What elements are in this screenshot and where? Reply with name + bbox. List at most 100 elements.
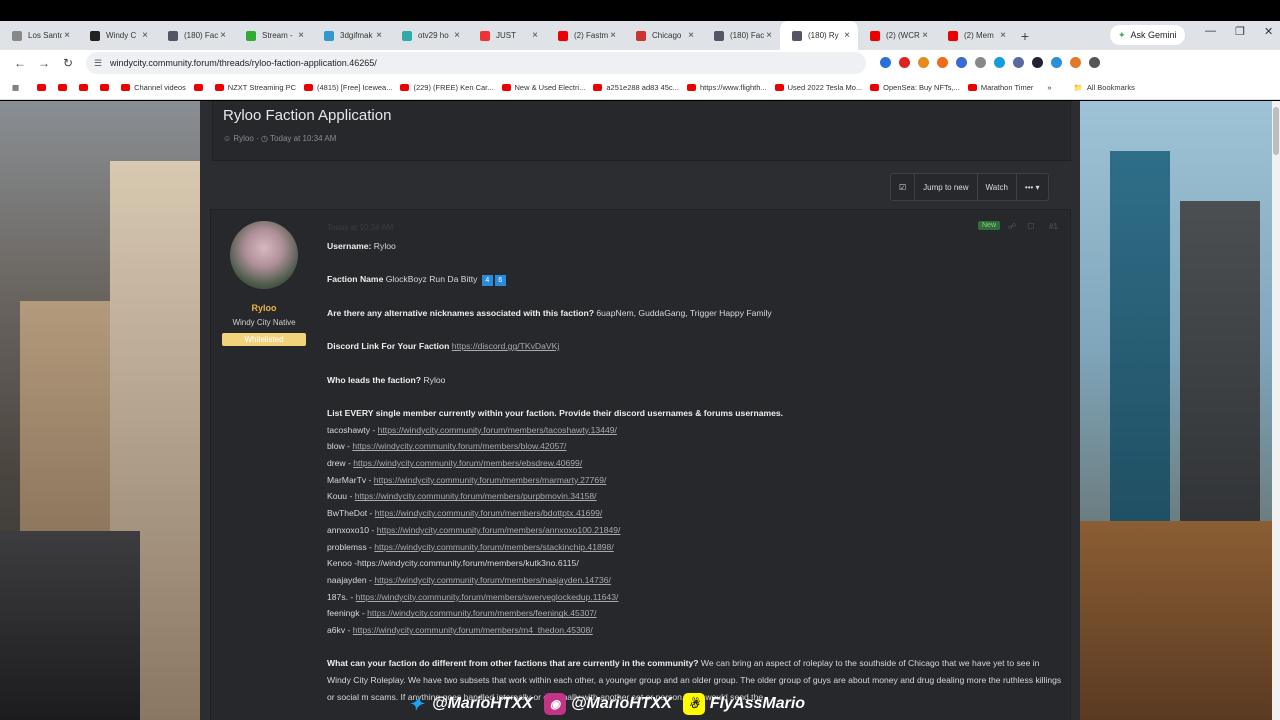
tab-close-icon[interactable]: × — [62, 30, 72, 41]
close-window-icon[interactable]: ✕ — [1264, 25, 1273, 38]
extension-icon[interactable] — [956, 57, 967, 68]
tab-close-icon[interactable]: × — [218, 30, 228, 41]
browser-tab[interactable]: (180) Fac × — [702, 21, 780, 50]
browser-tab[interactable]: otv29 ho × — [390, 21, 468, 50]
member-link[interactable]: https://windycity.community.forum/member… — [377, 525, 621, 535]
browser-tab[interactable]: Windy C × — [78, 21, 156, 50]
watch-button[interactable]: Watch — [978, 174, 1017, 200]
select-checkbox[interactable]: ☑ — [891, 174, 916, 200]
bookmark-item[interactable]: https://www.flighth... — [686, 83, 767, 92]
member-link[interactable]: https://windycity.community.forum/member… — [374, 475, 607, 485]
member-link[interactable]: https://windycity.community.forum/member… — [375, 508, 603, 518]
extension-icon[interactable] — [1070, 57, 1081, 68]
more-options-button[interactable]: ••• ▾ — [1017, 174, 1048, 200]
member-link[interactable]: https://windycity.community.forum/member… — [353, 625, 593, 635]
member-link[interactable]: https://windycity.community.forum/member… — [378, 425, 617, 435]
bookmark-icon[interactable]: ☐ — [1027, 222, 1034, 231]
back-icon[interactable]: ← — [8, 56, 32, 70]
field-nicknames: Are there any alternative nicknames asso… — [327, 305, 1062, 322]
scrollbar[interactable] — [1272, 101, 1280, 720]
jump-to-new-button[interactable]: Jump to new — [915, 174, 978, 200]
bookmark-item[interactable]: Marathon Timer — [967, 83, 1033, 92]
bookmark-item[interactable]: Channel videos — [121, 83, 186, 92]
bookmark-item[interactable] — [100, 84, 113, 91]
extensions-puzzle-icon[interactable] — [1089, 57, 1100, 68]
tab-close-icon[interactable]: × — [920, 30, 930, 41]
bookmark-favicon-icon — [121, 84, 131, 91]
url-bar[interactable]: ☰ windycity.community.forum/threads/rylo… — [86, 52, 866, 74]
restore-icon[interactable]: ❐ — [1235, 25, 1245, 38]
bookmark-item[interactable] — [79, 84, 92, 91]
bookmark-item[interactable] — [37, 84, 50, 91]
thread-date[interactable]: Today at 10:34 AM — [270, 134, 336, 143]
tab-close-icon[interactable]: × — [374, 30, 384, 41]
discord-link[interactable]: https://discord.gg/TKvDaVKj — [452, 341, 559, 351]
extension-icon[interactable] — [975, 57, 986, 68]
browser-tab[interactable]: (180) Fac × — [156, 21, 234, 50]
browser-tab[interactable]: (180) Ry × — [780, 21, 858, 50]
bookmark-item[interactable]: New & Used Electri... — [501, 83, 585, 92]
post-username[interactable]: Ryloo — [211, 303, 317, 313]
extension-icon[interactable] — [880, 57, 891, 68]
browser-tab[interactable]: JUST × — [468, 21, 546, 50]
extension-icon[interactable] — [1032, 57, 1043, 68]
tab-close-icon[interactable]: × — [686, 30, 696, 41]
browser-tab[interactable]: Stream - × — [234, 21, 312, 50]
tab-close-icon[interactable]: × — [296, 30, 306, 41]
bookmark-item[interactable]: NZXT Streaming PC — [214, 83, 296, 92]
post-number[interactable]: #1 — [1049, 222, 1058, 231]
scrollbar-thumb[interactable] — [1273, 107, 1279, 155]
extension-icon[interactable] — [918, 57, 929, 68]
ask-gemini-button[interactable]: ✦ Ask Gemini — [1110, 25, 1185, 45]
all-bookmarks-button[interactable]: 📁 All Bookmarks — [1074, 83, 1135, 92]
reload-icon[interactable]: ↻ — [56, 56, 80, 70]
extension-icon[interactable] — [899, 57, 910, 68]
extension-icon[interactable] — [994, 57, 1005, 68]
tab-favicon-icon — [636, 30, 646, 41]
more-bookmarks-icon[interactable]: » — [1047, 83, 1051, 92]
post-date[interactable]: Today at 10:34 AM — [327, 223, 393, 232]
member-link[interactable]: https://windycity.community.forum/member… — [352, 441, 566, 451]
browser-tab[interactable]: (2) Fastm × — [546, 21, 624, 50]
member-link[interactable]: https://windycity.community.forum/member… — [374, 575, 611, 585]
tab-close-icon[interactable]: × — [842, 30, 852, 41]
tab-close-icon[interactable]: × — [530, 30, 540, 41]
member-link[interactable]: https://windycity.community.forum/member… — [355, 491, 597, 501]
bookmark-favicon-icon — [214, 84, 224, 91]
bookmark-item[interactable]: Used 2022 Tesla Mo... — [774, 83, 862, 92]
minimize-icon[interactable]: — — [1205, 25, 1216, 37]
tab-close-icon[interactable]: × — [452, 30, 462, 41]
thread-author[interactable]: Ryloo — [233, 134, 253, 143]
bookmark-item[interactable]: (4815) [Free] Icewea... — [304, 83, 392, 92]
bookmark-item[interactable] — [58, 84, 71, 91]
bookmark-item[interactable] — [193, 84, 207, 91]
browser-tab[interactable]: 3dgifmak × — [312, 21, 390, 50]
tab-close-icon[interactable]: × — [764, 30, 774, 41]
tab-close-icon[interactable]: × — [608, 30, 618, 41]
extension-icon[interactable] — [937, 57, 948, 68]
avatar[interactable] — [230, 221, 298, 289]
tab-close-icon[interactable]: × — [998, 30, 1008, 41]
apps-grid-icon[interactable]: ▦ — [12, 83, 19, 92]
browser-tab[interactable]: Los Santo × — [0, 21, 78, 50]
browser-tab[interactable]: (2) (WCR × — [858, 21, 936, 50]
site-info-icon[interactable]: ☰ — [94, 58, 102, 69]
extension-icon[interactable] — [1051, 57, 1062, 68]
member-name: 187s. - — [327, 591, 356, 602]
browser-tab[interactable]: (2) Mem × — [936, 21, 1014, 50]
member-link[interactable]: https://windycity.community.forum/member… — [374, 542, 613, 552]
member-link[interactable]: https://windycity.community.forum/member… — [353, 458, 582, 468]
forward-icon[interactable]: → — [32, 56, 56, 70]
bookmark-item[interactable]: OpenSea: Buy NFTs,... — [870, 83, 960, 92]
extension-icon[interactable] — [1013, 57, 1024, 68]
browser-tab[interactable]: Chicago × — [624, 21, 702, 50]
member-link[interactable]: https://windycity.community.forum/member… — [367, 608, 596, 618]
field-value: Ryloo — [371, 241, 396, 251]
member-link[interactable]: https://windycity.community.forum/member… — [356, 592, 619, 602]
bookmark-item[interactable]: a251e288 ad83 45c... — [593, 83, 679, 92]
new-tab-button[interactable]: + — [1014, 28, 1036, 44]
share-icon[interactable]: ☍ — [1008, 222, 1016, 231]
tab-close-icon[interactable]: × — [140, 30, 150, 41]
bookmark-label: Channel videos — [134, 83, 186, 92]
bookmark-item[interactable]: (229) (FREE) Ken Car... — [400, 83, 494, 92]
